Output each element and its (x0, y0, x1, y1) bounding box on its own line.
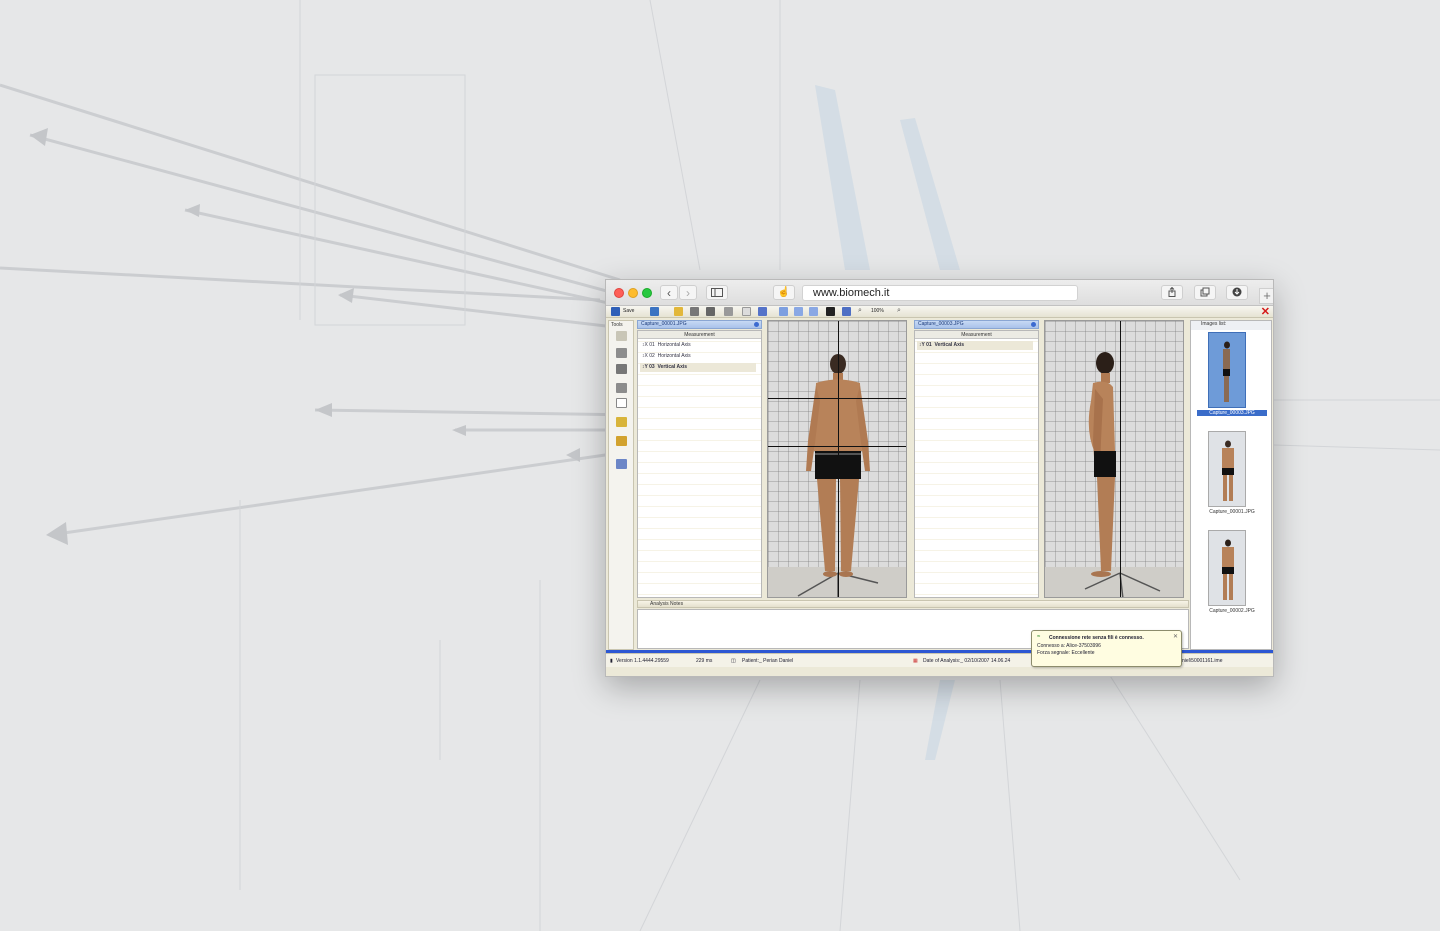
thumbnail-label[interactable]: Capture_00001.JPG (1197, 509, 1267, 515)
address-bar[interactable]: www.biomech.it (802, 285, 1078, 301)
url-text: www.biomech.it (813, 287, 890, 299)
table-row-selected[interactable]: ↕Y 03 Vertical Axis (640, 363, 756, 372)
show-tabs-button[interactable] (1194, 285, 1216, 300)
tools-panel: Tools (608, 320, 634, 650)
monitor-icon[interactable] (826, 307, 835, 316)
thumbnail-image (1223, 341, 1230, 402)
capture-icon[interactable] (706, 307, 715, 316)
thumbnail-front-view[interactable] (1208, 530, 1246, 606)
wifi-notification-balloon[interactable]: ≈ ✕ Connessione rete senza fili è connes… (1031, 630, 1182, 667)
save-button[interactable]: Save (623, 308, 634, 314)
sidebar-icon (711, 288, 723, 297)
horizontal-axis-tool-icon[interactable] (616, 383, 627, 393)
new-tab-button[interactable]: + (1259, 288, 1273, 304)
share-button[interactable] (1161, 285, 1183, 300)
thumbnail-label[interactable]: Capture_00002.JPG (1197, 608, 1267, 614)
zoom-in-icon[interactable]: ⌕ (897, 307, 906, 316)
wifi-icon: ≈ (1037, 634, 1041, 640)
split-vertical-icon[interactable] (794, 307, 803, 316)
vertical-axis-line (838, 321, 839, 597)
tabs-icon (1200, 287, 1210, 297)
open-folder-icon[interactable] (674, 307, 683, 316)
notification-title: Connessione rete senza fili è connesso. (1049, 635, 1144, 641)
table-header: Measurement (638, 331, 761, 339)
patient-icon: ◫ (731, 658, 736, 664)
side-view-photo[interactable] (1044, 320, 1184, 598)
save-icon[interactable] (611, 307, 620, 316)
close-window-button[interactable] (614, 288, 624, 298)
images-list-header: Images list: (1191, 321, 1271, 330)
table-row[interactable]: ↕X 01 Horizontal Axis (642, 341, 691, 350)
angle-tool-icon[interactable] (616, 364, 627, 374)
browser-window: ‹ › ☝ www.biomech.it + Save ⌕ 100% ⌕ ✕ T… (605, 279, 1274, 677)
horizontal-axis-line (768, 398, 906, 399)
images-list-title: Images list: (1201, 321, 1227, 327)
download-icon (1232, 287, 1242, 297)
close-icon[interactable]: ✕ (1173, 633, 1178, 640)
person-side-silhouette (1084, 352, 1161, 597)
analysis-date-text: Date of Analysis:_ 02/10/2007 14.06.24 (923, 658, 1011, 664)
camera-icon[interactable] (690, 307, 699, 316)
notification-connected-to: Connesso a: Alice-37503996 (1037, 643, 1101, 649)
export-icon[interactable] (842, 307, 851, 316)
timing-text: 229 ms (696, 658, 713, 664)
tool-icon[interactable] (724, 307, 733, 316)
vertical-axis-line (1120, 321, 1121, 597)
analysis-notes-header: Analysis Notes (637, 600, 1189, 608)
version-icon: ▮ (610, 658, 613, 664)
eraser-tool-icon[interactable] (616, 459, 627, 469)
print-icon[interactable] (650, 307, 659, 316)
left-measurement-table: Measurement ↕X 01 Horizontal Axis ↕X 02 … (637, 330, 762, 598)
layout-icon[interactable] (779, 307, 788, 316)
zoom-out-icon[interactable]: ⌕ (858, 307, 867, 316)
right-panel-header: Capture_00003.JPG (914, 320, 1039, 329)
pointer-tool-icon[interactable] (616, 331, 627, 341)
version-text: Version 1.1.4444.29559 (616, 658, 669, 664)
file-path-text: niel\50001161.ime (1182, 658, 1223, 664)
zoom-window-button[interactable] (642, 288, 652, 298)
left-panel-header: Capture_00001.JPG (637, 320, 762, 329)
analysis-notes-title: Analysis Notes (650, 601, 684, 607)
table-header: Measurement (915, 331, 1038, 339)
thumbnail-image (1222, 539, 1234, 600)
minimize-window-button[interactable] (628, 288, 638, 298)
right-measurement-table: Measurement ↕Y 01 Vertical Axis (914, 330, 1039, 598)
reader-button[interactable]: ☝ (773, 285, 795, 300)
grid-icon[interactable] (742, 307, 751, 316)
notification-signal: Forza segnale: Eccellente (1037, 650, 1095, 656)
zoom-level[interactable]: 100% (871, 308, 884, 314)
color-picker-icon[interactable] (758, 307, 767, 316)
horizontal-axis-line (768, 446, 906, 447)
thumbnail-label[interactable]: Capture_00003.JPG (1197, 410, 1267, 416)
back-button[interactable]: ‹ (660, 285, 678, 300)
browser-titlebar: ‹ › ☝ www.biomech.it + (606, 280, 1273, 306)
info-icon[interactable] (1031, 322, 1036, 327)
back-view-photo[interactable] (767, 320, 907, 598)
patient-text: Patient:_ Perian Daniel (742, 658, 794, 664)
downloads-button[interactable] (1226, 285, 1248, 300)
thumbnail-image (1222, 440, 1234, 501)
right-panel-title: Capture_00003.JPG (918, 321, 964, 327)
info-icon[interactable] (754, 322, 759, 327)
thumbnail-side-view[interactable] (1208, 332, 1246, 408)
table-row[interactable]: ↕X 02 Horizontal Axis (642, 352, 691, 361)
sidebar-toggle-button[interactable] (706, 285, 728, 300)
forward-button[interactable]: › (679, 285, 697, 300)
calendar-icon: ▦ (913, 658, 918, 664)
biomech-app: Save ⌕ 100% ⌕ ✕ Tools Capture_00001.JPG … (606, 306, 1273, 676)
measure-angle-tool-icon[interactable] (616, 436, 627, 446)
table-row-selected[interactable]: ↕Y 01 Vertical Axis (917, 341, 1033, 350)
thumbnail-back-view[interactable] (1208, 431, 1246, 507)
share-icon (1168, 286, 1176, 297)
split-horizontal-icon[interactable] (809, 307, 818, 316)
app-toolbar: Save ⌕ 100% ⌕ ✕ (606, 306, 1273, 318)
vertical-axis-tool-icon[interactable] (616, 398, 627, 408)
close-app-icon[interactable]: ✕ (1261, 305, 1270, 318)
left-panel-title: Capture_00001.JPG (641, 321, 687, 327)
tools-title: Tools (611, 322, 623, 328)
line-tool-icon[interactable] (616, 348, 627, 358)
images-list-panel: Images list: Capture_00003.JPG Capture_0… (1190, 320, 1272, 650)
ruler-tool-icon[interactable] (616, 417, 627, 427)
